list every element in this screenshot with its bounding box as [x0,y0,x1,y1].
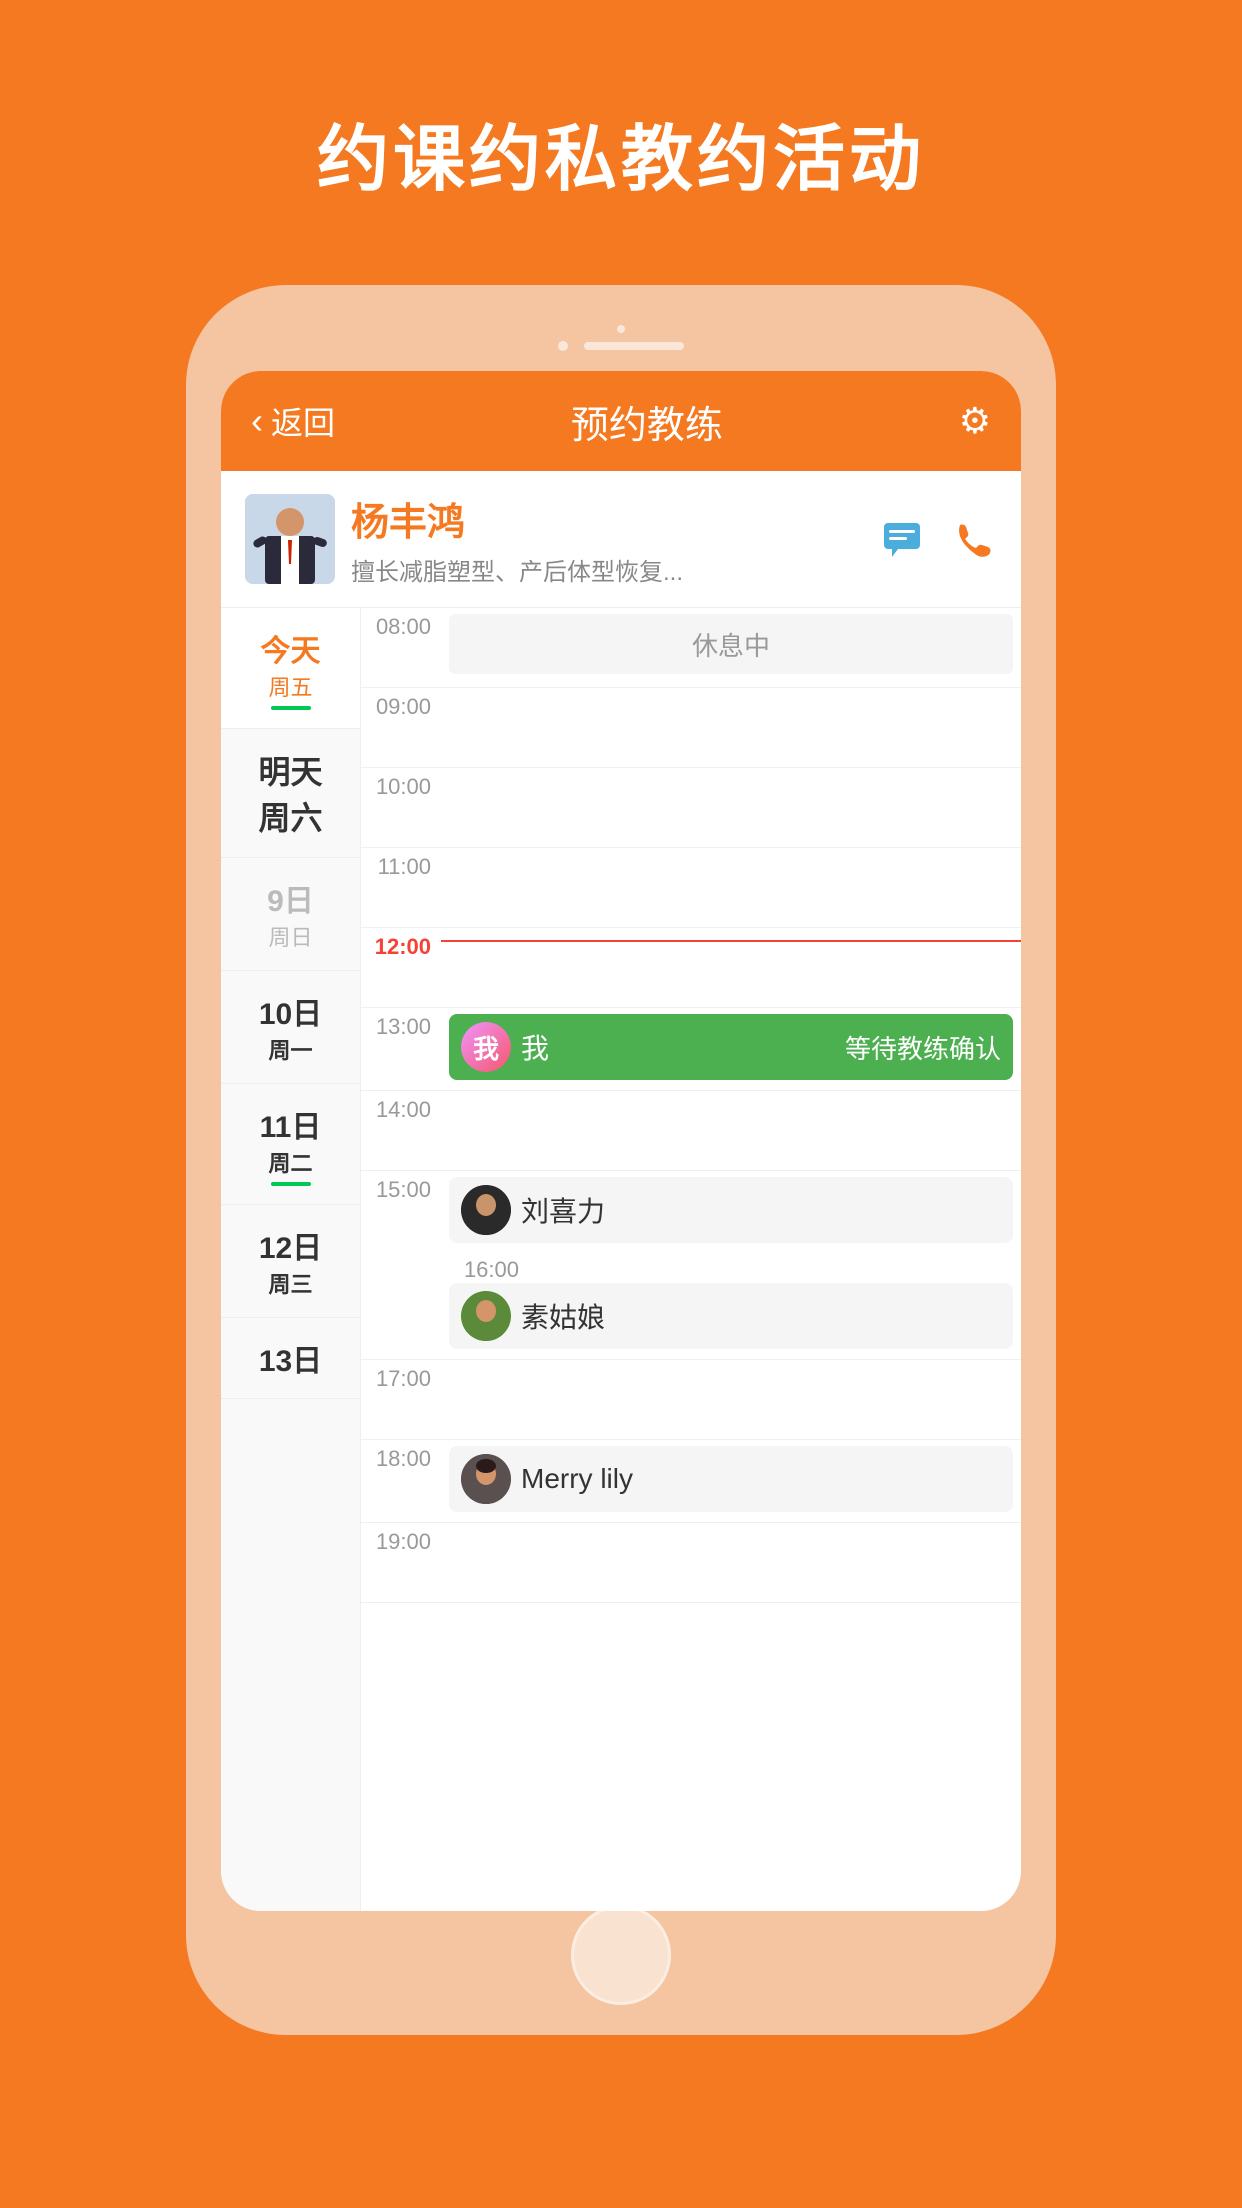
slot-content [441,848,1021,927]
phone-button[interactable] [947,514,997,564]
phone-dot [558,341,568,351]
back-button[interactable]: ‹ 返回 [251,398,335,444]
time-sublabel: 16:00 [449,1251,529,1283]
date-item-today[interactable]: 今天 周五 [221,608,360,729]
appointment-name: 刘喜力 [521,1190,1001,1230]
date-day: 9日 [267,876,314,920]
back-label: 返回 [271,398,335,444]
date-item-tomorrow[interactable]: 明天 周六 [221,729,360,858]
appointment-name: 素姑娘 [521,1296,1001,1336]
time-divider [441,940,1021,942]
time-label: 17:00 [361,1360,441,1439]
time-slot-0900: 09:00 [361,688,1021,768]
slot-content [441,1360,1021,1439]
chat-button[interactable] [877,514,927,564]
appointment-su[interactable]: 素姑娘 [449,1283,1013,1349]
time-label: 18:00 [361,1440,441,1522]
appointment-liu[interactable]: 刘喜力 [449,1177,1013,1243]
appointment-name: Merry lily [521,1463,1001,1495]
trainer-info: 杨丰鸿 擅长减脂塑型、产后体型恢复... [335,491,877,587]
appointment-merry[interactable]: Merry lily [449,1446,1013,1512]
date-item-13[interactable]: 13日 [221,1318,360,1399]
time-slot-1800: 18:00 [361,1440,1021,1523]
home-button[interactable] [571,1905,671,2005]
time-label: 09:00 [361,688,441,767]
phone-line [584,342,684,350]
page-title: 约课约私教约活动 [317,100,925,205]
appointment-avatar: 我 [461,1022,511,1072]
phone-top-bar [558,341,684,351]
schedule-area: 08:00 休息中 09:00 10:00 [361,608,1021,1911]
time-slot-1700: 17:00 [361,1360,1021,1440]
date-sidebar: 今天 周五 明天 周六 9日 周日 [221,608,361,1911]
active-indicator [271,1182,311,1186]
time-label: 08:00 [361,608,441,687]
time-label: 15:00 [361,1171,441,1359]
appointment-me[interactable]: 我 我 等待教练确认 [449,1014,1013,1080]
time-label: 19:00 [361,1523,441,1602]
slot-content [441,928,1021,1007]
settings-icon[interactable]: ⚙ [959,400,991,442]
phone-mockup: ‹ 返回 预约教练 ⚙ [186,285,1056,2035]
date-day: 明天 [258,747,322,793]
rest-block: 休息中 [449,614,1013,674]
appointment-status: 等待教练确认 [845,1029,1001,1066]
time-slot-1900: 19:00 [361,1523,1021,1603]
appointment-avatar [461,1185,511,1235]
time-slot-1500: 15:00 刘喜力 [361,1171,1021,1360]
time-slot-1000: 10:00 [361,768,1021,848]
slot-content[interactable]: 我 我 等待教练确认 [441,1008,1021,1090]
slot-content [441,768,1021,847]
time-slot-1100: 11:00 [361,848,1021,928]
date-week: 周三 [268,1267,312,1299]
slot-content [441,1523,1021,1602]
trainer-description: 擅长减脂塑型、产后体型恢复... [351,552,861,587]
appointment-avatar [461,1454,511,1504]
time-label: 10:00 [361,768,441,847]
trainer-name: 杨丰鸿 [351,491,861,546]
date-week: 周六 [258,793,322,839]
time-label: 14:00 [361,1091,441,1170]
date-day: 10日 [259,989,322,1033]
time-slot-0800: 08:00 休息中 [361,608,1021,688]
time-label: 11:00 [361,848,441,927]
active-indicator [271,706,311,710]
avatar-face: 我 [461,1022,511,1072]
appointment-avatar [461,1291,511,1341]
trainer-avatar [245,494,335,584]
slot-content [441,1091,1021,1170]
date-day: 11日 [260,1102,322,1146]
date-week: 周日 [268,920,312,952]
slot-content: 休息中 [441,608,1021,687]
date-item-10[interactable]: 10日 周一 [221,971,360,1084]
time-slot-1400: 14:00 [361,1091,1021,1171]
phone-speaker [617,325,625,333]
date-day: 13日 [259,1336,322,1380]
time-label-red: 12:00 [361,928,441,1007]
appointment-name: 我 [521,1027,835,1067]
chevron-left-icon: ‹ [251,400,263,442]
date-item-9[interactable]: 9日 周日 [221,858,360,971]
date-week: 周一 [268,1033,312,1065]
nav-title: 预约教练 [571,394,723,449]
nav-bar: ‹ 返回 预约教练 ⚙ [221,371,1021,471]
date-week: 周二 [268,1146,312,1178]
time-label: 13:00 [361,1008,441,1090]
date-day: 今天 [261,626,321,670]
trainer-section: 杨丰鸿 擅长减脂塑型、产后体型恢复... [221,471,1021,608]
slot-content[interactable]: Merry lily [441,1440,1021,1522]
trainer-actions [877,514,997,564]
date-day: 12日 [259,1223,322,1267]
date-item-11[interactable]: 11日 周二 [221,1084,360,1205]
date-week: 周五 [268,670,312,702]
slot-content: 刘喜力 16:00 [441,1171,1021,1359]
slot-content [441,688,1021,767]
content-area: 今天 周五 明天 周六 9日 周日 [221,608,1021,1911]
date-item-12[interactable]: 12日 周三 [221,1205,360,1318]
time-slot-1200: 12:00 [361,928,1021,1008]
phone-screen: ‹ 返回 预约教练 ⚙ [221,371,1021,1911]
time-slot-1300: 13:00 我 我 等待教练确认 [361,1008,1021,1091]
